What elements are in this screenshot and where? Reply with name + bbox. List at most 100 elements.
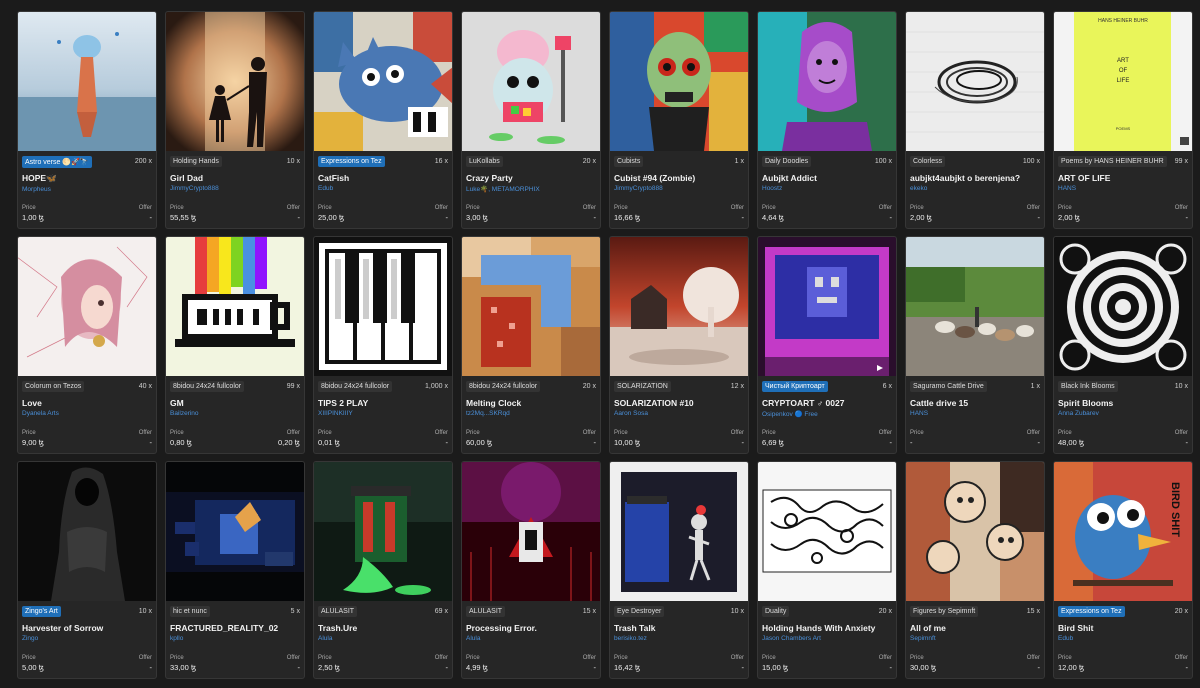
artist-link[interactable]: Osipenkov 🔵 Free: [762, 410, 892, 418]
artist-link[interactable]: Alula: [318, 635, 448, 642]
artist-link[interactable]: HANS: [1058, 185, 1188, 192]
collection-badge[interactable]: ALULASIT: [318, 606, 358, 617]
nft-card[interactable]: Expressions on Tez 16 x CatFish Edub Pri…: [313, 11, 453, 229]
artist-link[interactable]: Edub: [318, 185, 448, 192]
nft-title[interactable]: ART OF LIFE: [1058, 173, 1188, 183]
collection-badge[interactable]: Zingo's Art: [22, 606, 61, 617]
nft-card[interactable]: BIRD SHIT Expressions on Tez 20 x Bird S…: [1053, 461, 1193, 679]
artist-link[interactable]: Jason Chambers Art: [762, 635, 892, 642]
nft-title[interactable]: GM: [170, 398, 300, 408]
nft-title[interactable]: Girl Dad: [170, 173, 300, 183]
artist-link[interactable]: Dyanela Arts: [22, 410, 152, 417]
nft-card[interactable]: Zingo's Art 10 x Harvester of Sorrow Zin…: [17, 461, 157, 679]
nft-card[interactable]: Saguramo Cattle Drive 1 x Cattle drive 1…: [905, 236, 1045, 454]
collection-badge[interactable]: Colorless: [910, 156, 946, 167]
nft-title[interactable]: FRACTURED_REALITY_02: [170, 623, 300, 633]
nft-thumbnail[interactable]: [166, 462, 304, 601]
collection-badge[interactable]: ALULASIT: [466, 606, 506, 617]
nft-card[interactable]: ALULASIT 15 x Processing Error. Alula Pr…: [461, 461, 601, 679]
artist-link[interactable]: JimmyCrypto888: [614, 185, 744, 192]
nft-thumbnail[interactable]: HANS HEINER BUHR ART OF LIFE POEMS: [1054, 12, 1192, 151]
nft-card[interactable]: SOLARIZATION 12 x SOLARIZATION #10 Aaron…: [609, 236, 749, 454]
nft-thumbnail[interactable]: [462, 237, 600, 376]
nft-thumbnail[interactable]: [906, 12, 1044, 151]
nft-card[interactable]: Daily Doodles 100 x Aubjkt Addict Hoostz…: [757, 11, 897, 229]
artist-link[interactable]: Edub: [1058, 635, 1188, 642]
nft-card[interactable]: hic et nunc 5 x FRACTURED_REALITY_02 kpl…: [165, 461, 305, 679]
nft-card[interactable]: Astro verse 🌕🚀🔭 200 x HOPE🦋 Morpheus Pri…: [17, 11, 157, 229]
artist-link[interactable]: Anna Zubarev: [1058, 410, 1188, 417]
artist-link[interactable]: Alula: [466, 635, 596, 642]
nft-card[interactable]: 8bidou 24x24 fullcolor 20 x Melting Cloc…: [461, 236, 601, 454]
collection-badge[interactable]: 8bidou 24x24 fullcolor: [466, 381, 541, 392]
collection-badge[interactable]: SOLARIZATION: [614, 381, 671, 392]
collection-badge[interactable]: Astro verse 🌕🚀🔭: [22, 155, 92, 168]
artist-link[interactable]: Zingo: [22, 635, 152, 642]
collection-badge[interactable]: Poems by HANS HEINER BUHR: [1058, 156, 1167, 167]
nft-thumbnail[interactable]: [314, 12, 452, 151]
artist-link[interactable]: tz2Mq...SKRqd: [466, 410, 596, 417]
artist-link[interactable]: berisiko.tez: [614, 635, 744, 642]
nft-title[interactable]: TIPS 2 PLAY: [318, 398, 448, 408]
nft-title[interactable]: Trash.Ure: [318, 623, 448, 633]
nft-title[interactable]: Holding Hands With Anxiety: [762, 623, 892, 633]
artist-link[interactable]: Hoostz: [762, 185, 892, 192]
nft-title[interactable]: Crazy Party: [466, 173, 596, 183]
nft-title[interactable]: Aubjkt Addict: [762, 173, 892, 183]
nft-thumbnail[interactable]: BIRD SHIT: [1054, 462, 1192, 601]
artist-link[interactable]: Sepimnft: [910, 635, 1040, 642]
nft-thumbnail[interactable]: [166, 237, 304, 376]
nft-card[interactable]: LuKollabs 20 x Crazy Party Luke🌴, METAMO…: [461, 11, 601, 229]
nft-title[interactable]: Harvester of Sorrow: [22, 623, 152, 633]
nft-thumbnail[interactable]: [758, 237, 896, 376]
collection-badge[interactable]: Black Ink Blooms: [1058, 381, 1118, 392]
nft-card[interactable]: HANS HEINER BUHR ART OF LIFE POEMS Poems by …: [1053, 11, 1193, 229]
nft-thumbnail[interactable]: [610, 237, 748, 376]
nft-card[interactable]: Cubists 1 x Cubist #94 (Zombie) JimmyCry…: [609, 11, 749, 229]
artist-link[interactable]: Bailzerino: [170, 410, 300, 417]
collection-badge[interactable]: 8bidou 24x24 fullcolor: [170, 381, 245, 392]
nft-title[interactable]: Cubist #94 (Zombie): [614, 173, 744, 183]
nft-title[interactable]: Trash Talk: [614, 623, 744, 633]
nft-title[interactable]: All of me: [910, 623, 1040, 633]
nft-thumbnail[interactable]: [1054, 237, 1192, 376]
collection-badge[interactable]: Daily Doodles: [762, 156, 812, 167]
collection-badge[interactable]: Чистый Криптоарт: [762, 381, 828, 392]
collection-badge[interactable]: Figures by Sepimnft: [910, 606, 979, 617]
collection-badge[interactable]: Holding Hands: [170, 156, 222, 167]
collection-badge[interactable]: Cubists: [614, 156, 644, 167]
nft-thumbnail[interactable]: [166, 12, 304, 151]
nft-thumbnail[interactable]: [758, 12, 896, 151]
nft-thumbnail[interactable]: [462, 462, 600, 601]
artist-link[interactable]: XIIIPINKIIIY: [318, 410, 448, 417]
nft-title[interactable]: Cattle drive 15: [910, 398, 1040, 408]
artist-link[interactable]: Aaron Sosa: [614, 410, 744, 417]
nft-thumbnail[interactable]: [18, 462, 156, 601]
nft-thumbnail[interactable]: [462, 12, 600, 151]
nft-thumbnail[interactable]: [906, 462, 1044, 601]
nft-card[interactable]: 8bidou 24x24 fullcolor 99 x GM Bailzerin…: [165, 236, 305, 454]
nft-card[interactable]: Eye Destroyer 10 x Trash Talk berisiko.t…: [609, 461, 749, 679]
nft-card[interactable]: Figures by Sepimnft 15 x All of me Sepim…: [905, 461, 1045, 679]
nft-thumbnail[interactable]: [314, 237, 452, 376]
collection-badge[interactable]: Colorum on Tezos: [22, 381, 85, 392]
nft-title[interactable]: Processing Error.: [466, 623, 596, 633]
nft-title[interactable]: aubjkt4aubjkt o berenjena?: [910, 173, 1040, 183]
nft-card[interactable]: Colorum on Tezos 40 x Love Dyanela Arts …: [17, 236, 157, 454]
nft-thumbnail[interactable]: [18, 12, 156, 151]
nft-title[interactable]: Bird Shit: [1058, 623, 1188, 633]
nft-card[interactable]: Чистый Криптоарт 6 x CRYPTOART ♂ 0027 Os…: [757, 236, 897, 454]
nft-card[interactable]: ALULASIT 69 x Trash.Ure Alula Price 2,50…: [313, 461, 453, 679]
collection-badge[interactable]: Saguramo Cattle Drive: [910, 381, 987, 392]
collection-badge[interactable]: Expressions on Tez: [1058, 606, 1125, 617]
nft-card[interactable]: Holding Hands 10 x Girl Dad JimmyCrypto8…: [165, 11, 305, 229]
nft-title[interactable]: CRYPTOART ♂ 0027: [762, 398, 892, 408]
artist-link[interactable]: kpllo: [170, 635, 300, 642]
nft-title[interactable]: Spirit Blooms: [1058, 398, 1188, 408]
nft-thumbnail[interactable]: [610, 12, 748, 151]
artist-link[interactable]: HANS: [910, 410, 1040, 417]
collection-badge[interactable]: Expressions on Tez: [318, 156, 385, 167]
collection-badge[interactable]: Eye Destroyer: [614, 606, 665, 617]
nft-title[interactable]: HOPE🦋: [22, 173, 152, 184]
nft-thumbnail[interactable]: [18, 237, 156, 376]
